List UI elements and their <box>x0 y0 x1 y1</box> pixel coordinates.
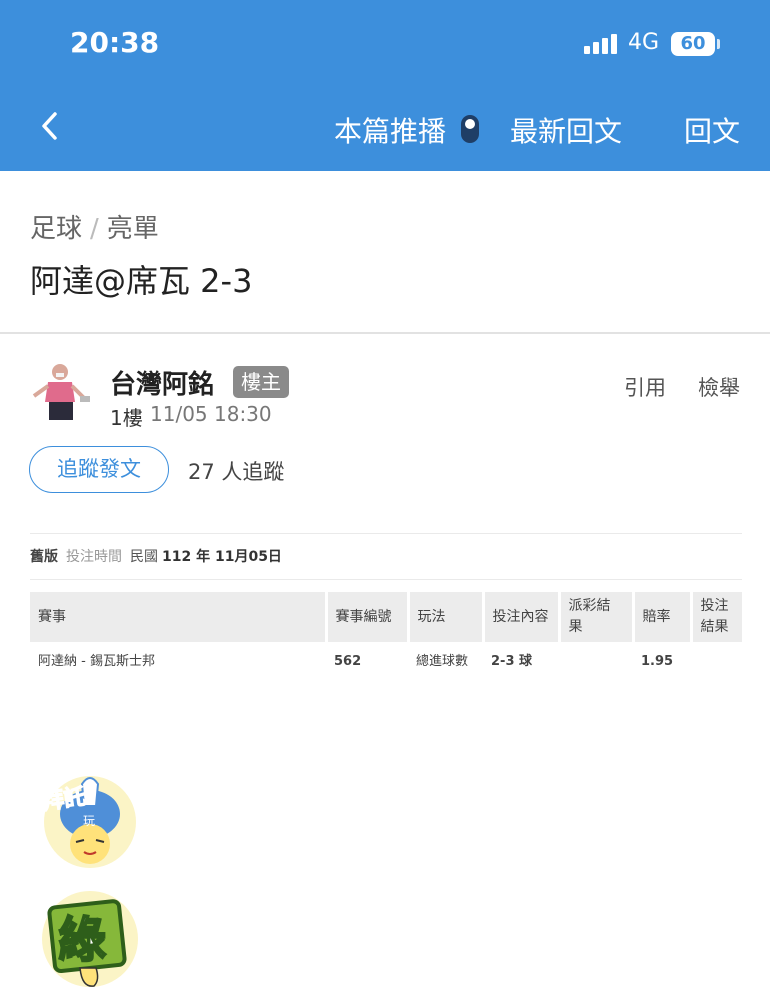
sticker-text: 綠 <box>58 912 106 968</box>
post-title: 阿達@席瓦 2-3 <box>30 262 253 300</box>
selection-cell: 2-3 球 <box>491 654 533 669</box>
column-header: 投注結果 <box>691 592 742 642</box>
divider <box>0 332 770 334</box>
report-button[interactable]: 檢舉 <box>698 372 740 402</box>
push-toggle[interactable] <box>461 115 479 143</box>
breadcrumb-category[interactable]: 足球 <box>30 214 82 244</box>
latest-replies-button[interactable]: 最新回文 <box>510 110 622 150</box>
bet-slip-table: 賽事 賽事編號 玩法 投注內容 派彩結果 賠率 投注結果 阿達納 - 錫瓦斯士邦… <box>30 592 742 682</box>
please-sticker: 拜託 玩 <box>40 776 136 868</box>
signal-icon <box>584 34 620 54</box>
slip-divider <box>30 579 742 580</box>
column-header: 投注內容 <box>483 592 561 642</box>
bet-time-label: 投注時間 <box>66 549 122 565</box>
op-badge: 樓主 <box>233 366 289 398</box>
slip-divider <box>30 533 742 534</box>
odds-cell: 1.95 <box>641 654 674 669</box>
bet-time-row: 舊版 投注時間 民國 112 年 11月05日 <box>30 546 282 566</box>
column-header: 派彩結果 <box>559 592 635 642</box>
battery-icon: 60 <box>671 32 715 56</box>
post-time: 11/05 18:30 <box>150 402 272 426</box>
follower-count: 27 人追蹤 <box>188 460 285 484</box>
quote-button[interactable]: 引用 <box>624 372 666 402</box>
breadcrumb-subcategory[interactable]: 亮單 <box>107 214 159 244</box>
payout-cell <box>559 642 633 682</box>
bet-date: 112 年 11月05日 <box>162 549 282 565</box>
battery-tip <box>717 39 720 49</box>
column-header: 賠率 <box>633 592 693 642</box>
column-header: 玩法 <box>408 592 485 642</box>
push-notify-button[interactable]: 本篇推播 <box>334 110 446 150</box>
breadcrumb: 足球 / 亮單 <box>30 208 159 245</box>
bet-era: 民國 <box>130 549 158 565</box>
result-cell <box>691 642 742 682</box>
column-header: 賽事編號 <box>326 592 410 642</box>
network-type: 4G <box>628 30 660 55</box>
play-type-cell: 總進球數 <box>416 654 469 669</box>
table-header-row: 賽事 賽事編號 玩法 投注內容 派彩結果 賠率 投注結果 <box>30 592 742 642</box>
table-row: 阿達納 - 錫瓦斯士邦 562 總進球數 2-3 球 1.95 <box>30 642 742 682</box>
match-id-cell: 562 <box>334 654 362 669</box>
column-header: 賽事 <box>30 592 328 642</box>
breadcrumb-separator: / <box>90 214 99 244</box>
sticker-subtext: 玩 <box>83 814 95 828</box>
slip-version: 舊版 <box>30 549 58 565</box>
match-cell: 阿達納 - 錫瓦斯士邦 <box>38 654 155 669</box>
green-sticker: 綠 <box>42 891 138 987</box>
reply-button[interactable]: 回文 <box>684 110 740 150</box>
author-name[interactable]: 台灣阿銘 <box>110 364 214 401</box>
back-chevron-icon[interactable] <box>38 108 62 144</box>
floor-number: 1樓 <box>110 406 143 430</box>
top-app-bar: 20:38 4G 60 本篇推播 最新回文 回文 <box>0 0 770 171</box>
follow-button[interactable]: 追蹤發文 <box>29 446 169 493</box>
status-time: 20:38 <box>70 26 160 59</box>
avatar[interactable] <box>28 360 94 426</box>
